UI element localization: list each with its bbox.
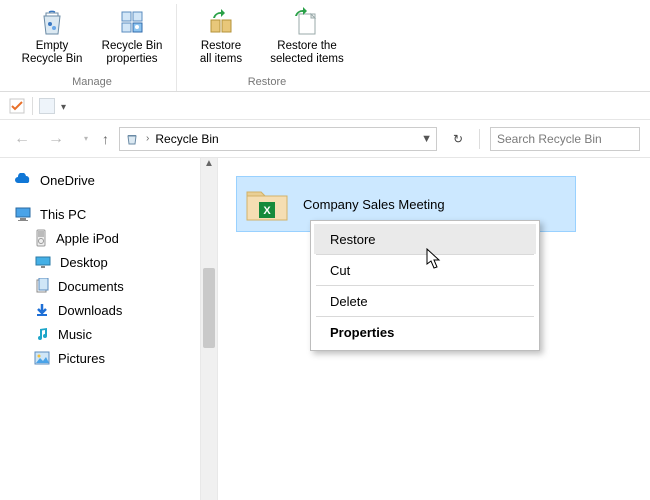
forward-button[interactable]: → [44, 128, 68, 150]
context-menu: Restore Cut Delete Properties [310, 220, 540, 351]
tree-pictures[interactable]: Pictures [14, 346, 200, 370]
file-list-pane[interactable]: X Company Sales Meeting Restore Cut Dele… [218, 158, 650, 500]
recent-locations-dropdown[interactable] [78, 128, 92, 150]
navigation-tree: OneDrive This PC Apple iPod Desktop Docu… [0, 158, 200, 500]
tree-desktop-label: Desktop [60, 255, 108, 270]
ribbon-group-restore: Restore all items Restore the selected i… [177, 4, 357, 91]
tree-music-label: Music [58, 327, 92, 342]
empty-recycle-bin-label: Empty Recycle Bin [22, 40, 83, 66]
qat-blank-icon[interactable] [39, 98, 55, 114]
properties-icon [116, 6, 148, 38]
tree-desktop[interactable]: Desktop [14, 250, 200, 274]
address-dropdown-icon[interactable]: ▼ [421, 133, 432, 145]
restore-selected-items-label: Restore the selected items [270, 40, 344, 66]
ribbon-group-label-manage: Manage [72, 76, 112, 91]
svg-text:X: X [263, 205, 271, 217]
restore-all-items-button[interactable]: Restore all items [187, 4, 255, 76]
scroll-up-icon[interactable]: ▲ [201, 158, 217, 176]
tree-downloads-label: Downloads [58, 303, 122, 318]
restore-selected-icon [291, 6, 323, 38]
thispc-icon [14, 206, 32, 222]
recycle-bin-small-icon [124, 131, 140, 147]
restore-all-icon [205, 6, 237, 38]
explorer-body: OneDrive This PC Apple iPod Desktop Docu… [0, 158, 650, 500]
address-location[interactable]: Recycle Bin [155, 132, 218, 146]
tree-ipod-label: Apple iPod [56, 231, 119, 246]
recycle-bin-icon [36, 6, 68, 38]
context-menu-restore[interactable]: Restore [314, 224, 536, 254]
documents-icon [34, 278, 50, 294]
folder-excel-icon: X [245, 184, 289, 224]
refresh-button[interactable]: ↻ [447, 132, 469, 146]
desktop-icon [34, 255, 52, 269]
tree-documents[interactable]: Documents [14, 274, 200, 298]
address-chevron-icon[interactable]: › [146, 133, 149, 144]
music-icon [34, 326, 50, 342]
file-name: Company Sales Meeting [303, 197, 445, 212]
ribbon-group-label-restore: Restore [248, 76, 287, 91]
quick-access-toolbar [0, 92, 650, 120]
pictures-icon [34, 351, 50, 365]
tree-pictures-label: Pictures [58, 351, 105, 366]
nav-separator [479, 129, 480, 149]
empty-recycle-bin-button[interactable]: Empty Recycle Bin [18, 4, 86, 76]
context-menu-cut[interactable]: Cut [314, 255, 536, 285]
onedrive-icon [14, 173, 32, 187]
restore-selected-items-button[interactable]: Restore the selected items [267, 4, 347, 76]
search-placeholder: Search Recycle Bin [497, 132, 602, 146]
address-bar[interactable]: › Recycle Bin ▼ [119, 127, 437, 151]
tree-onedrive-label: OneDrive [40, 173, 95, 188]
scroll-thumb[interactable] [203, 268, 215, 348]
tree-documents-label: Documents [58, 279, 124, 294]
up-button[interactable]: ↑ [102, 131, 109, 147]
tree-scrollbar[interactable]: ▲ [200, 158, 218, 500]
recycle-bin-properties-label: Recycle Bin properties [102, 40, 163, 66]
ribbon-group-manage: Empty Recycle Bin Recycle Bin properties… [8, 4, 177, 91]
restore-all-items-label: Restore all items [200, 40, 242, 66]
ipod-icon [34, 229, 48, 247]
qat-customize-dropdown[interactable] [61, 99, 66, 113]
back-button[interactable]: ← [10, 128, 34, 150]
recycle-bin-properties-button[interactable]: Recycle Bin properties [98, 4, 166, 76]
tree-thispc-label: This PC [40, 207, 86, 222]
qat-checkbox-icon[interactable] [8, 97, 26, 115]
navigation-bar: ← → ↑ › Recycle Bin ▼ ↻ Search Recycle B… [0, 120, 650, 158]
qat-separator [32, 97, 33, 115]
tree-downloads[interactable]: Downloads [14, 298, 200, 322]
context-menu-properties[interactable]: Properties [314, 317, 536, 347]
downloads-icon [34, 302, 50, 318]
tree-onedrive[interactable]: OneDrive [14, 168, 200, 192]
ribbon: Empty Recycle Bin Recycle Bin properties… [0, 0, 650, 92]
tree-thispc[interactable]: This PC [14, 202, 200, 226]
tree-ipod[interactable]: Apple iPod [14, 226, 200, 250]
search-box[interactable]: Search Recycle Bin [490, 127, 640, 151]
tree-music[interactable]: Music [14, 322, 200, 346]
context-menu-delete[interactable]: Delete [314, 286, 536, 316]
